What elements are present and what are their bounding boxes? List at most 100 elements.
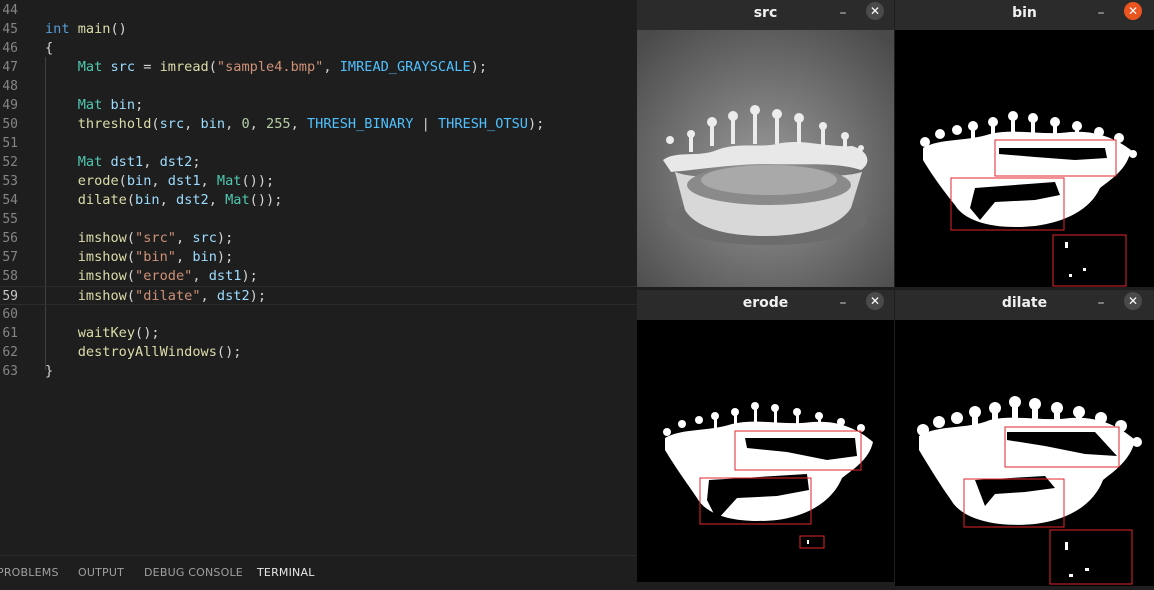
code-line[interactable]: 49 Mat bin; — [0, 96, 637, 115]
code-text: imshow("bin", bin); — [45, 248, 234, 267]
code-token: , — [200, 288, 217, 304]
window-bin[interactable]: bin – ✕ — [895, 0, 1154, 287]
code-token: , — [323, 59, 340, 75]
code-token: "bin" — [135, 249, 176, 265]
window-titlebar[interactable]: erode – ✕ — [637, 290, 894, 320]
line-number: 53 — [2, 174, 18, 189]
code-token: ( — [151, 116, 160, 132]
window-src[interactable]: src – ✕ — [637, 0, 894, 287]
code-line[interactable]: 60 — [0, 305, 637, 324]
code-token: ( — [126, 230, 136, 246]
tab-debug-console[interactable]: DEBUG CONSOLE — [144, 566, 243, 579]
code-token: ()); — [249, 192, 283, 208]
code-token: ); — [216, 230, 234, 246]
code-text: Mat src = imread("sample4.bmp", IMREAD_G… — [45, 58, 487, 77]
line-number: 50 — [2, 117, 18, 132]
code-line[interactable]: 50 threshold(src, bin, 0, 255, THRESH_BI… — [0, 115, 637, 134]
close-icon[interactable]: ✕ — [1124, 292, 1142, 310]
code-editor[interactable]: 44 45 int main() 46{47 Mat src = imread("sa… — [0, 0, 637, 555]
code-token: , — [159, 192, 176, 208]
tab-terminal[interactable]: TERMINAL — [257, 566, 315, 579]
code-token: imread — [159, 59, 209, 75]
close-icon[interactable]: ✕ — [1124, 2, 1142, 20]
line-number: 57 — [2, 250, 18, 265]
line-number: 59 — [2, 289, 18, 304]
code-line[interactable]: 57 imshow("bin", bin); — [0, 248, 637, 267]
window-titlebar[interactable]: src – ✕ — [637, 0, 894, 30]
code-line[interactable]: 56 imshow("src", src); — [0, 229, 637, 248]
code-line[interactable]: 48 — [0, 77, 637, 96]
code-line[interactable]: 52 Mat dst1, dst2; — [0, 153, 637, 172]
code-token: src — [159, 116, 185, 132]
line-number: 62 — [2, 345, 18, 360]
line-number: 51 — [2, 136, 18, 151]
code-line[interactable]: 54 dilate(bin, dst2, Mat()); — [0, 191, 637, 210]
window-titlebar[interactable]: bin – ✕ — [895, 0, 1154, 30]
minimize-icon[interactable]: – — [1094, 3, 1108, 23]
code-line[interactable]: 47 Mat src = imread("sample4.bmp", IMREA… — [0, 58, 637, 77]
code-token: ); — [241, 268, 258, 284]
tab-output[interactable]: OUTPUT — [78, 566, 124, 579]
window-titlebar[interactable]: dilate – ✕ — [895, 290, 1154, 320]
code-token: dst1 — [208, 268, 242, 284]
code-token: bin — [200, 116, 226, 132]
code-line[interactable]: 53 erode(bin, dst1, Mat()); — [0, 172, 637, 191]
minimize-icon[interactable]: – — [836, 3, 850, 23]
minimize-icon[interactable]: – — [836, 293, 850, 313]
code-line[interactable]: 59 imshow("dilate", dst2); — [0, 286, 637, 305]
code-text: erode(bin, dst1, Mat()); — [45, 172, 274, 191]
code-line[interactable]: 44 — [0, 1, 637, 20]
code-token: bin — [192, 249, 217, 265]
line-number: 61 — [2, 326, 18, 341]
code-token: , — [208, 192, 226, 208]
code-token: ); — [216, 249, 234, 265]
code-token: 255 — [266, 116, 291, 132]
code-token: | — [413, 116, 438, 132]
code-line[interactable]: 55 — [0, 210, 637, 229]
code-line[interactable]: 61 waitKey(); — [0, 324, 637, 343]
code-token: () — [110, 21, 127, 37]
close-icon[interactable]: ✕ — [866, 2, 884, 20]
code-text: imshow("erode", dst1); — [45, 267, 258, 286]
code-token: threshold — [77, 116, 152, 132]
close-icon[interactable]: ✕ — [866, 292, 884, 310]
code-line[interactable]: 63} — [0, 362, 637, 381]
code-line[interactable]: 62 destroyAllWindows(); — [0, 343, 637, 362]
code-line[interactable]: 45 int main() — [0, 20, 637, 39]
code-text: { — [45, 39, 53, 58]
code-token: , — [143, 154, 160, 170]
code-token: , — [290, 116, 307, 132]
line-number: 47 — [2, 60, 18, 75]
tab-problems[interactable]: PROBLEMS — [0, 566, 59, 579]
code-token: waitKey — [77, 325, 136, 341]
window-title: src — [753, 5, 778, 21]
code-line[interactable]: 51 — [0, 134, 637, 153]
code-text: imshow("dilate", dst2); — [45, 287, 266, 306]
code-text: int main() — [45, 20, 127, 39]
code-token: ( — [208, 59, 217, 75]
code-token: Mat — [77, 154, 103, 170]
code-token: ( — [126, 288, 136, 304]
code-token: bin — [110, 97, 136, 113]
code-token: src — [192, 230, 217, 246]
code-token: ( — [126, 192, 136, 208]
code-token: ( — [118, 173, 127, 189]
code-line[interactable]: 58 imshow("erode", dst1); — [0, 267, 637, 286]
code-token: , — [200, 173, 217, 189]
code-line[interactable]: 46 { — [0, 39, 637, 58]
window-dilate[interactable]: dilate – ✕ — [895, 290, 1154, 586]
code-token: destroyAllWindows — [77, 344, 217, 360]
window-erode[interactable]: erode – ✕ — [637, 290, 894, 582]
line-number: 48 — [2, 79, 18, 94]
minimize-icon[interactable]: – — [1094, 293, 1108, 313]
code-token: "sample4.bmp" — [216, 59, 324, 75]
code-token: imshow — [77, 268, 127, 284]
window-title: erode — [742, 295, 789, 311]
